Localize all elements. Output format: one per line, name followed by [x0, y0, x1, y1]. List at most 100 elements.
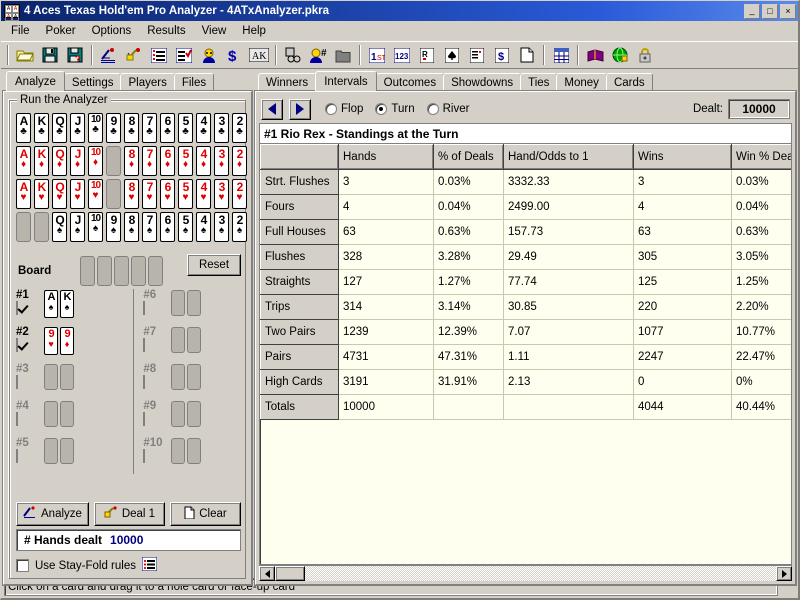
spade-icon[interactable]	[440, 44, 464, 67]
first-icon[interactable]: 1ST	[365, 44, 389, 67]
player-hole-cards[interactable]	[171, 400, 202, 427]
card-5-♠[interactable]: 5 ♠	[178, 212, 193, 242]
dollar-box-icon[interactable]: $	[490, 44, 514, 67]
table-cell[interactable]: 157.73	[503, 219, 634, 245]
hole-card-slot[interactable]	[171, 327, 186, 353]
player-hole-cards[interactable]	[44, 363, 74, 390]
card-6-♣[interactable]: 6 ♣	[160, 113, 175, 143]
menu-poker[interactable]: Poker	[38, 23, 84, 39]
scroll-thumb[interactable]	[275, 566, 305, 581]
board-card-slots[interactable]	[80, 256, 163, 286]
card-8-♠[interactable]: 8 ♠	[124, 212, 139, 242]
row-header-cell[interactable]: Trips	[260, 294, 339, 320]
tab-winners[interactable]: Winners	[258, 73, 317, 91]
open-icon[interactable]	[13, 44, 37, 67]
card-7-♥[interactable]: 7 ♥	[142, 179, 157, 209]
table-cell[interactable]: 0	[633, 369, 732, 395]
card-3-♥[interactable]: 3 ♥	[214, 179, 229, 209]
card-K-♠[interactable]: K♠	[34, 212, 49, 242]
analyze-icon[interactable]	[97, 44, 121, 67]
table-cell[interactable]: 4044	[633, 394, 732, 420]
list-check-icon[interactable]	[172, 44, 196, 67]
hole-card-K-♠[interactable]: K ♠	[60, 290, 74, 318]
player-hole-cards[interactable]	[171, 289, 202, 316]
card-4-♣[interactable]: 4 ♣	[196, 113, 211, 143]
hole-card-slot[interactable]	[171, 401, 186, 427]
hands-dealt-field[interactable]: # Hands dealt 10000	[16, 529, 241, 551]
analyze-button[interactable]: Analyze	[16, 502, 89, 526]
table-cell[interactable]: 305	[633, 244, 732, 270]
save-icon[interactable]	[38, 44, 62, 67]
list-red-icon[interactable]	[147, 44, 171, 67]
menu-file[interactable]: File	[3, 23, 38, 39]
hole-card-9-♥[interactable]: 9 ♥	[44, 327, 58, 355]
card-A-♦[interactable]: A ♦	[16, 146, 31, 176]
tab-players[interactable]: Players	[120, 73, 175, 91]
hole-card-slot[interactable]	[187, 290, 202, 316]
table-cell[interactable]: 1.11	[503, 344, 634, 370]
radio-flop[interactable]: Flop	[325, 103, 363, 115]
list-red-icon[interactable]	[141, 556, 158, 574]
card-9-♥[interactable]: 9♥	[106, 179, 121, 209]
table-cell[interactable]: 10.77%	[731, 319, 791, 345]
table-row[interactable]: High Cards319131.91%2.1300%0%	[260, 369, 791, 395]
table-cell[interactable]: 2.13	[503, 369, 634, 395]
card-6-♥[interactable]: 6 ♥	[160, 179, 175, 209]
player-enable-checkbox[interactable]	[143, 449, 146, 463]
card-A-♠[interactable]: A♠	[16, 212, 31, 242]
row-header-cell[interactable]: Totals	[260, 394, 339, 420]
card-4-♦[interactable]: 4 ♦	[196, 146, 211, 176]
horizontal-scrollbar[interactable]	[259, 565, 792, 581]
table-cell[interactable]: 3.28%	[433, 244, 504, 270]
board-slot-3[interactable]	[114, 256, 129, 286]
radio-turn[interactable]: Turn	[375, 103, 415, 115]
suits-icon[interactable]	[465, 44, 489, 67]
card-2-♠[interactable]: 2 ♠	[232, 212, 247, 242]
table-cell[interactable]: 2.20%	[731, 294, 791, 320]
tab-analyze[interactable]: Analyze	[6, 71, 65, 91]
card-10-♦[interactable]: 10 ♦	[88, 146, 103, 176]
column-header-4[interactable]: Wins	[633, 144, 732, 170]
card-Q-♦[interactable]: Q ♦	[52, 146, 67, 176]
table-cell[interactable]: 3.14%	[433, 294, 504, 320]
player-enable-checkbox[interactable]	[143, 412, 146, 426]
deal-icon[interactable]	[122, 44, 146, 67]
card-2-♦[interactable]: 2 ♦	[232, 146, 247, 176]
card-8-♦[interactable]: 8 ♦	[124, 146, 139, 176]
table-cell[interactable]: 4	[338, 194, 434, 220]
card-J-♠[interactable]: J ♠	[70, 212, 85, 242]
table-cell[interactable]: 3	[633, 169, 732, 195]
card-3-♠[interactable]: 3 ♠	[214, 212, 229, 242]
player-hole-cards[interactable]	[171, 437, 202, 464]
table-cell[interactable]: 0.04%	[433, 194, 504, 220]
hole-card-slot[interactable]	[187, 364, 202, 390]
column-header-5[interactable]: Win % Deals	[731, 144, 791, 170]
card-7-♠[interactable]: 7 ♠	[142, 212, 157, 242]
player-enable-checkbox[interactable]	[16, 375, 18, 389]
save-as-icon[interactable]: ?	[63, 44, 87, 67]
column-header-1[interactable]: Hands	[338, 144, 434, 170]
card-Q-♣[interactable]: Q ♣	[52, 113, 67, 143]
hole-card-slot[interactable]	[60, 401, 74, 427]
table-row[interactable]: Straights1271.27%77.741251.25%98.43%	[260, 269, 791, 295]
table-cell[interactable]: 0%	[731, 369, 791, 395]
clear-button[interactable]: Clear	[169, 502, 242, 526]
hole-card-slot[interactable]	[44, 401, 58, 427]
card-9-♦[interactable]: 9♦	[106, 146, 121, 176]
card-A-♣[interactable]: A ♣	[16, 113, 31, 143]
table-cell[interactable]: 0.03%	[731, 169, 791, 195]
table-cell[interactable]: 22.47%	[731, 344, 791, 370]
tab-settings[interactable]: Settings	[63, 73, 122, 91]
row-header-cell[interactable]: High Cards	[260, 369, 339, 395]
player-enable-checkbox[interactable]	[16, 301, 18, 315]
player-enable-checkbox[interactable]	[143, 338, 146, 352]
table-cell[interactable]: 0.03%	[433, 169, 504, 195]
table-cell[interactable]	[503, 394, 634, 420]
row-header-cell[interactable]: Flushes	[260, 244, 339, 270]
table-cell[interactable]: 47.31%	[433, 344, 504, 370]
table-row[interactable]: Pairs473147.31%1.11224722.47%47.50%	[260, 344, 791, 370]
hole-card-slot[interactable]	[44, 438, 58, 464]
money-icon[interactable]: $	[222, 44, 246, 67]
table-cell[interactable]: 3.05%	[731, 244, 791, 270]
tab-money[interactable]: Money	[556, 73, 607, 91]
